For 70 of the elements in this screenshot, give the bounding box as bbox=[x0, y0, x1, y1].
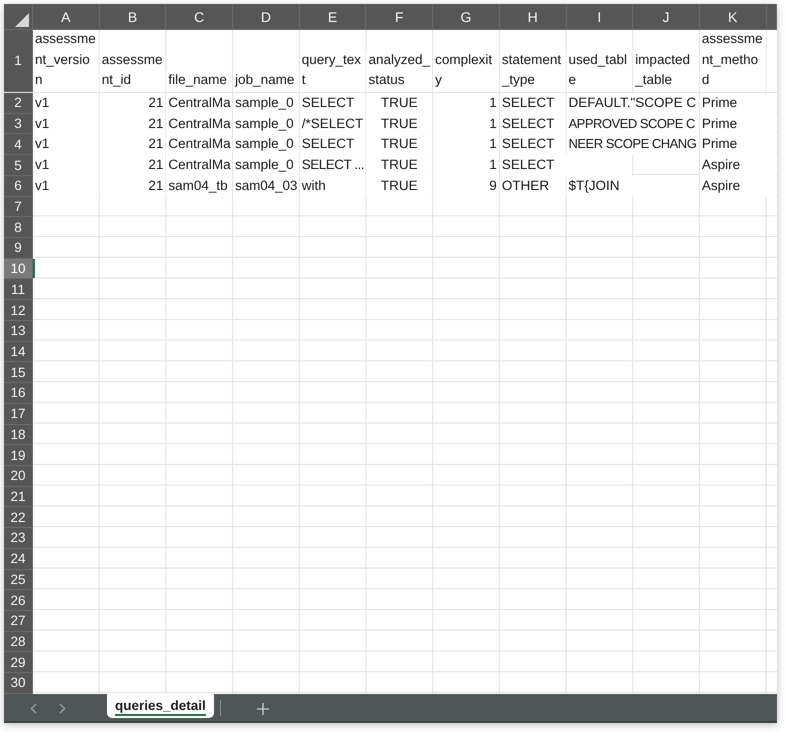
column-header[interactable]: F bbox=[366, 4, 434, 30]
table-cell: APPROVED SCOPE C bbox=[566, 114, 699, 134]
row-header[interactable]: 21 bbox=[4, 486, 33, 508]
row-header[interactable]: 9 bbox=[4, 238, 33, 259]
column-header[interactable]: J bbox=[633, 4, 700, 30]
table-cell: 1 bbox=[433, 114, 499, 134]
row-header[interactable]: 23 bbox=[4, 528, 33, 549]
row-header[interactable]: 24 bbox=[4, 548, 33, 570]
column-header[interactable]: G bbox=[433, 4, 500, 30]
select-all-icon[interactable] bbox=[15, 12, 29, 26]
table-cell: sample_0 bbox=[233, 93, 299, 114]
table-cell: sample_0 bbox=[233, 134, 299, 156]
next-icon[interactable] bbox=[59, 702, 66, 714]
table-cell: 9 bbox=[433, 176, 499, 197]
row-header[interactable]: 30 bbox=[4, 673, 33, 694]
row-header[interactable]: 29 bbox=[4, 652, 33, 674]
row-header[interactable]: 20 bbox=[4, 466, 33, 487]
row-header[interactable]: 13 bbox=[4, 320, 33, 342]
row-header[interactable]: 2 bbox=[4, 93, 33, 114]
table-cell: NEER SCOPE CHANG bbox=[566, 134, 699, 156]
table-cell: 1 bbox=[433, 134, 499, 156]
row-header[interactable]: 16 bbox=[4, 383, 33, 404]
row-header[interactable]: 26 bbox=[4, 590, 33, 611]
column-header[interactable]: I bbox=[566, 4, 634, 30]
table-cell: 1 bbox=[433, 155, 499, 176]
row-header[interactable]: 25 bbox=[4, 570, 33, 590]
table-cell: sample_0 bbox=[233, 155, 299, 176]
column-header[interactable]: B bbox=[100, 4, 166, 30]
row-header[interactable]: 19 bbox=[4, 445, 33, 466]
column-title: impacted_table bbox=[633, 50, 699, 91]
row-header[interactable]: 18 bbox=[4, 424, 33, 446]
table-cell: Prime bbox=[700, 134, 776, 156]
row-header[interactable]: 15 bbox=[4, 362, 33, 384]
table-cell: Aspire bbox=[700, 155, 776, 176]
row-header[interactable]: 5 bbox=[4, 155, 33, 176]
table-cell: sample_0 bbox=[233, 114, 299, 134]
row-header[interactable]: 11 bbox=[4, 279, 33, 300]
row-header[interactable]: 28 bbox=[4, 632, 33, 652]
table-cell: SELECT bbox=[500, 155, 632, 176]
column-header[interactable]: C bbox=[166, 4, 234, 30]
table-cell: DEFAULT."SCOPE C bbox=[566, 93, 699, 114]
table-cell: sam04_03 bbox=[233, 176, 299, 197]
row-header[interactable]: 10 bbox=[4, 258, 33, 280]
row-header[interactable]: 14 bbox=[4, 342, 33, 362]
table-cell: 1 bbox=[433, 93, 499, 114]
table-cell: Aspire bbox=[700, 176, 776, 197]
row-header[interactable]: 27 bbox=[4, 610, 33, 632]
row-header[interactable]: 6 bbox=[4, 176, 33, 197]
table-cell: Prime bbox=[700, 93, 776, 114]
row-header[interactable]: 12 bbox=[4, 300, 33, 321]
column-header[interactable]: K bbox=[700, 4, 767, 30]
table-cell: $T{JOIN bbox=[566, 176, 699, 197]
add-sheet-icon[interactable] bbox=[256, 702, 269, 715]
sheet-tab[interactable]: queries_detail bbox=[107, 694, 214, 718]
table-cell: Prime bbox=[700, 114, 776, 134]
column-header[interactable]: D bbox=[233, 4, 300, 30]
active-cell-border bbox=[33, 258, 35, 278]
row-header[interactable]: 3 bbox=[4, 114, 33, 134]
column-header[interactable]: E bbox=[300, 4, 366, 30]
column-title: complexity bbox=[433, 50, 499, 91]
row-header[interactable]: 4 bbox=[4, 134, 33, 156]
previous-icon[interactable] bbox=[30, 702, 37, 714]
column-header[interactable]: H bbox=[500, 4, 566, 30]
row-header[interactable]: 7 bbox=[4, 196, 33, 218]
column-title: job_name bbox=[233, 70, 299, 91]
row-header[interactable]: 8 bbox=[4, 217, 33, 238]
column-header[interactable]: A bbox=[33, 4, 100, 30]
row-header[interactable]: 17 bbox=[4, 404, 33, 424]
row-header[interactable]: 1 bbox=[4, 30, 33, 92]
row-header[interactable]: 22 bbox=[4, 507, 33, 528]
